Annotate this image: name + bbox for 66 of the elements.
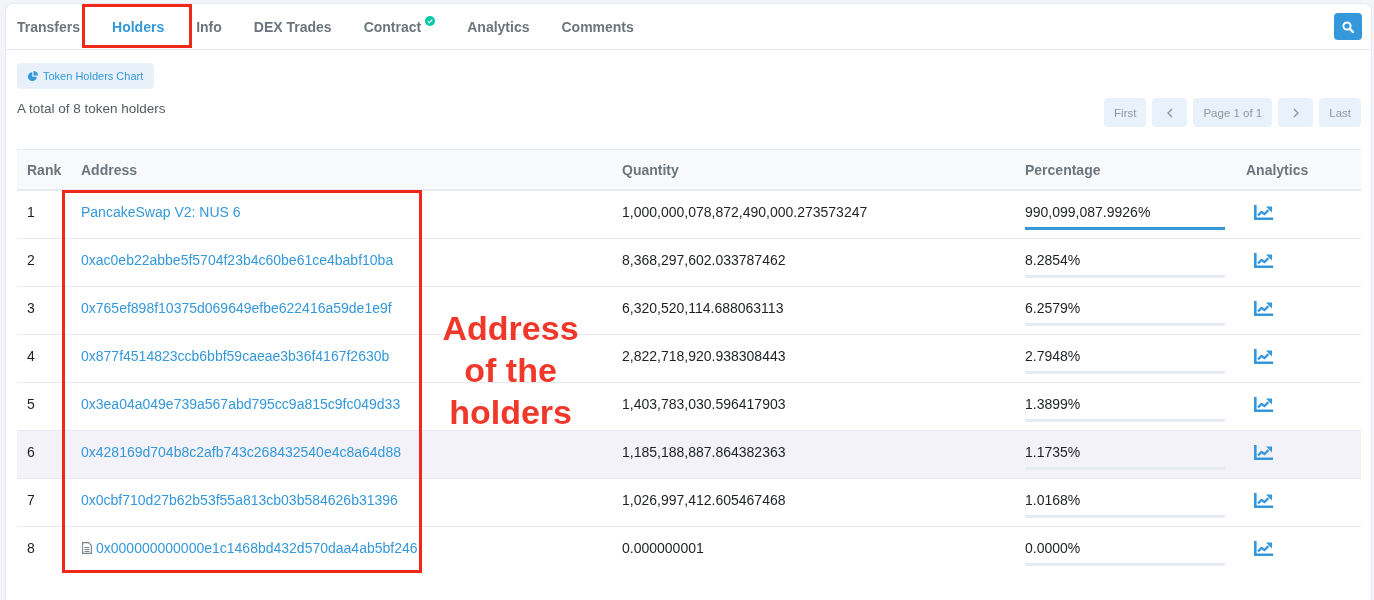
rank-cell: 4 (17, 334, 71, 382)
search-button[interactable] (1334, 13, 1362, 40)
column-header: Quantity (612, 149, 1015, 190)
rank-cell: 7 (17, 478, 71, 526)
chevron-left-icon (1166, 107, 1173, 118)
quantity-cell: 2,822,718,920.938308443 (612, 334, 1015, 382)
search-icon (1342, 20, 1354, 33)
quantity-cell: 1,026,997,412.605467468 (612, 478, 1015, 526)
percentage-text: 8.2854% (1025, 251, 1081, 269)
column-header: Rank (17, 149, 71, 190)
address-link[interactable]: 0x0cbf710d27b62b53f55a813cb03b584626b31396 (81, 491, 398, 508)
holders-count-text: A total of 8 token holders (17, 101, 166, 117)
tab[interactable]: Contract (347, 4, 452, 49)
chart-line-icon[interactable] (1254, 444, 1273, 460)
chart-line-icon[interactable] (1254, 396, 1273, 412)
annotation-label: Address of the holders (441, 307, 580, 433)
holders-chart-button[interactable]: Token Holders Chart (17, 63, 155, 89)
address-link[interactable]: 0x765ef898f10375d069649efbe622416a59de1e9f (81, 299, 392, 316)
chart-line-icon[interactable] (1254, 205, 1273, 220)
address-link[interactable]: 0x428169d704b8c2afb743c268432540e4c8a64d88 (81, 443, 401, 460)
percentage-text: 1.3899% (1025, 395, 1081, 413)
chart-line-icon[interactable] (1254, 252, 1273, 268)
tab[interactable]: Transfers (1, 4, 97, 49)
tab[interactable]: Holders (96, 4, 181, 49)
file-icon (82, 541, 92, 554)
tab[interactable]: Info (180, 4, 238, 49)
address-link[interactable]: 0x000000000000e1c1468bd432d570daa4ab5bf246 (96, 539, 418, 556)
percentage-text: 2.7948% (1025, 347, 1081, 365)
chevron-right-icon (1292, 107, 1299, 118)
column-header: Percentage (1015, 149, 1236, 190)
percentage-text: 1.0168% (1025, 491, 1081, 509)
rank-cell: 6 (17, 430, 71, 478)
pie-chart-icon (28, 71, 38, 81)
rank-cell: 5 (17, 382, 71, 430)
chart-line-icon[interactable] (1254, 300, 1273, 316)
chart-line-icon[interactable] (1254, 348, 1273, 364)
address-link[interactable]: 0x877f4514823ccb6bbf59caeae3b36f4167f2630b (81, 347, 390, 364)
quantity-cell: 6,320,520,114.688063113 (612, 286, 1015, 334)
address-link[interactable]: 0xac0eb22abbe5f5704f23b4c60be61ce4babf10ba (81, 251, 394, 268)
address-link[interactable]: 0x3ea04a049e739a567abd795cc9a815c9fc049d33 (81, 395, 401, 412)
tab[interactable]: Comments (545, 4, 650, 49)
quantity-cell: 0.000000001 (612, 526, 1015, 574)
percentage-text: 0.0000% (1025, 539, 1081, 557)
rank-cell: 1 (17, 190, 71, 238)
tab[interactable]: Analytics (451, 4, 546, 49)
address-link[interactable]: PancakeSwap V2: NUS 6 (81, 204, 241, 220)
quantity-cell: 1,185,188,887.864382363 (612, 430, 1015, 478)
first-page-button[interactable]: First (1104, 98, 1147, 127)
quantity-cell: 8,368,297,602.033787462 (612, 238, 1015, 286)
rank-cell: 2 (17, 238, 71, 286)
column-header: Address (71, 149, 612, 190)
quantity-cell: 1,000,000,078,872,490,000.273573247 (612, 190, 1015, 238)
chart-line-icon[interactable] (1254, 540, 1273, 556)
percentage-text: 1.1735% (1025, 443, 1081, 461)
column-header: Analytics (1236, 149, 1361, 190)
percentage-text: 990,099,087.9926% (1025, 204, 1151, 221)
tab[interactable]: DEX Trades (237, 4, 348, 49)
previous-page-button[interactable] (1152, 98, 1188, 127)
percentage-text: 6.2579% (1025, 299, 1081, 317)
page-indicator: Page 1 of 1 (1193, 98, 1273, 127)
last-page-button[interactable]: Last (1319, 98, 1361, 127)
rank-cell: 8 (17, 526, 71, 574)
next-page-button[interactable] (1278, 98, 1314, 127)
chart-line-icon[interactable] (1254, 492, 1273, 508)
quantity-cell: 1,403,783,030.596417903 (612, 382, 1015, 430)
rank-cell: 3 (17, 286, 71, 334)
